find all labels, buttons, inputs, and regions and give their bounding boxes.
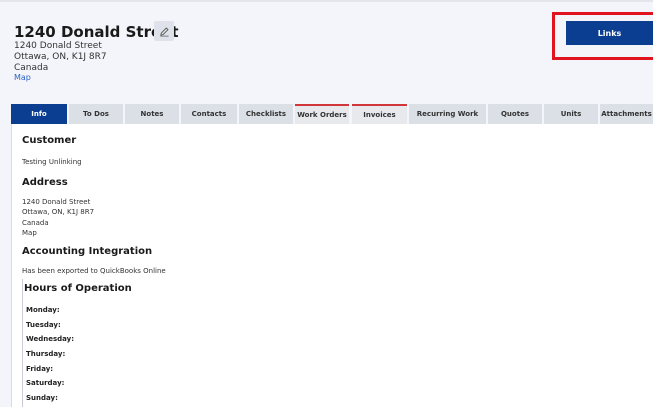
tab-invoices[interactable]: Invoices (352, 104, 407, 124)
day-tuesday: Tuesday: (26, 321, 61, 329)
tab-notes[interactable]: Notes (125, 104, 179, 124)
links-button[interactable]: Links (566, 21, 653, 45)
tab-attachments[interactable]: Attachments (600, 104, 653, 124)
header-address-line-1: 1240 Donald Street (14, 41, 102, 51)
tab-to-dos[interactable]: To Dos (69, 104, 123, 124)
accounting-status: Has been exported to QuickBooks Online (22, 267, 166, 275)
day-sunday: Sunday: (26, 394, 58, 402)
address-map-link[interactable]: Map (22, 228, 37, 238)
day-friday: Friday: (26, 365, 54, 373)
address-line-2: Ottawa, ON, K1J 8R7 (22, 208, 95, 216)
tab-quotes[interactable]: Quotes (488, 104, 542, 124)
tab-work-orders[interactable]: Work Orders (295, 104, 349, 124)
hours-section-rule (22, 279, 28, 407)
day-wednesday: Wednesday: (26, 335, 75, 343)
info-panel: Customer Testing Unlinking Address 1240 … (11, 124, 653, 407)
address-line-3: Canada (22, 219, 49, 227)
tab-contacts[interactable]: Contacts (181, 104, 237, 124)
day-thursday: Thursday: (26, 350, 66, 358)
tab-bar: Info To Dos Notes Contacts Checklists Wo… (11, 104, 653, 124)
top-divider (0, 0, 653, 2)
address-line-1: 1240 Donald Street (22, 198, 91, 206)
tab-checklists[interactable]: Checklists (239, 104, 293, 124)
tab-units[interactable]: Units (544, 104, 598, 124)
customer-link[interactable]: Testing Unlinking (22, 157, 82, 167)
header-map-link[interactable]: Map (14, 73, 31, 82)
day-saturday: Saturday: (26, 379, 65, 387)
customer-heading: Customer (22, 135, 77, 146)
edit-pencil-icon (159, 26, 169, 36)
tab-info[interactable]: Info (11, 104, 67, 124)
accounting-heading: Accounting Integration (22, 246, 153, 257)
day-monday: Monday: (26, 306, 60, 314)
tab-recurring-work[interactable]: Recurring Work (409, 104, 486, 124)
hours-heading: Hours of Operation (24, 283, 132, 294)
address-heading: Address (22, 177, 68, 188)
edit-button[interactable] (154, 21, 174, 41)
header-address-line-2: Ottawa, ON, K1J 8R7 (14, 52, 107, 62)
